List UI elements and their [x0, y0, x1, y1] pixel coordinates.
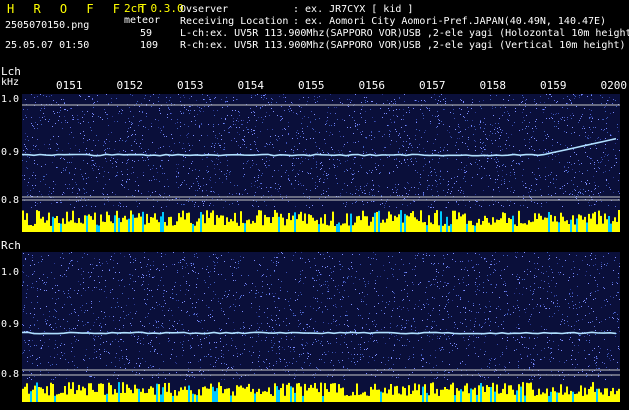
rch-label: Rch	[1, 239, 21, 252]
location-label: Receiving Location	[180, 16, 289, 27]
rch-svg-carrier-trace	[22, 331, 617, 335]
lch-svg-noise	[22, 94, 620, 208]
rch-spectrogram	[22, 252, 620, 402]
rch-y-tick-0-8: 0.8	[1, 369, 20, 380]
lch-label: Lch	[1, 65, 21, 78]
rch-spectrogram-canvas	[22, 252, 620, 402]
time-tick-label-0156: 0156	[358, 79, 386, 92]
rch-receiver-info: R-ch:ex. UV5R 113.900Mhz(SAPPORO VOR)USB…	[180, 40, 626, 51]
time-tick-label-0159: 0159	[540, 79, 567, 92]
meteor-count-lch: 59	[140, 28, 153, 39]
location-value: : ex. Aomori City Aomori-Pref.JAPAN(40.4…	[293, 16, 607, 27]
meteor-count-rch: 109	[140, 40, 159, 51]
lch-unit-label: kHz	[1, 77, 20, 88]
datetime-label: 25.05.07 01:50	[5, 40, 90, 51]
lch-receiver-info: L-ch:ex. UV5R 113.900Mhz(SAPPORO VOR)USB…	[180, 28, 629, 39]
time-tick-label-0200: 0200	[600, 79, 628, 92]
time-tick-label-0157: 0157	[419, 79, 446, 92]
rch-svg-noise	[22, 252, 620, 380]
lch-svg-carrier-trace	[22, 137, 617, 157]
observer-label: Ovserver	[180, 4, 229, 15]
time-tick-label-0153: 0153	[177, 79, 204, 92]
rch-svg-level-bars	[22, 382, 620, 402]
lch-y-tick-0-8: 0.8	[1, 195, 20, 206]
rch-y-tick-0-9: 0.9	[1, 319, 20, 330]
observer-value: : ex. JR7CYX [ kid ]	[293, 4, 414, 15]
lch-y-tick-0-9: 0.9	[1, 147, 20, 158]
time-tick-label-0151: 0151	[56, 79, 83, 92]
lch-spectrogram	[22, 94, 620, 232]
time-tick-label-0154: 0154	[237, 79, 265, 92]
lch-svg-level-bars	[22, 210, 620, 232]
filename-label: 2505070150.png	[5, 20, 90, 31]
rch-y-tick-1-0: 1.0	[1, 267, 20, 278]
lch-spectrogram-canvas	[22, 94, 620, 232]
meteor-label: meteor	[124, 15, 161, 26]
lch-y-tick-1-0: 1.0	[1, 94, 20, 105]
app-version: 2ch 0.3.0	[124, 2, 184, 15]
time-tick-label-0155: 0155	[298, 79, 325, 92]
time-tick-label-0152: 0152	[116, 79, 144, 92]
time-tick-label-0158: 0158	[479, 79, 507, 92]
